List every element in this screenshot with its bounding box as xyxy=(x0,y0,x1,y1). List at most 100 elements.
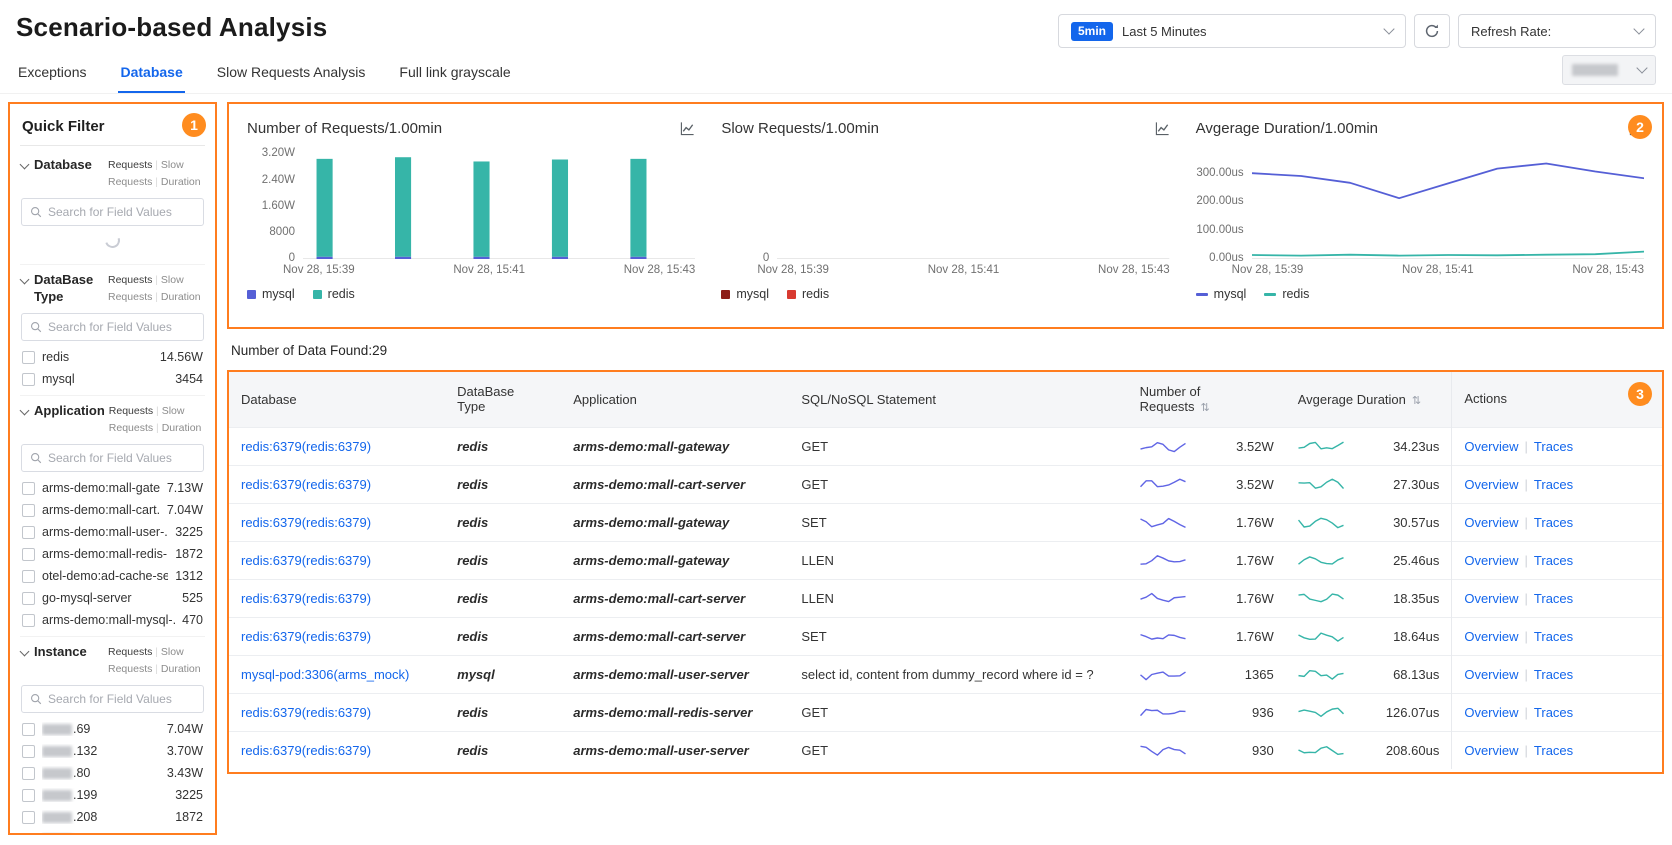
filter-checkbox-item[interactable]: .697.04W xyxy=(20,718,205,740)
database-link[interactable]: redis:6379(redis:6379) xyxy=(241,705,371,720)
checkbox[interactable] xyxy=(22,373,35,386)
field-value-search[interactable] xyxy=(21,198,204,226)
checkbox[interactable] xyxy=(22,351,35,364)
checkbox[interactable] xyxy=(22,482,35,495)
legend-item-redis[interactable]: redis xyxy=(1264,287,1309,301)
tab-slow-requests-analysis[interactable]: Slow Requests Analysis xyxy=(215,54,368,93)
checkbox[interactable] xyxy=(22,833,35,836)
filter-checkbox-item[interactable]: arms-demo:mall-user-...3225 xyxy=(20,521,205,543)
cell-application: arms-demo:mall-cart-server xyxy=(561,465,789,503)
tab-database[interactable]: Database xyxy=(118,54,184,93)
checkbox[interactable] xyxy=(22,504,35,517)
context-dropdown[interactable] xyxy=(1562,55,1656,85)
database-link[interactable]: redis:6379(redis:6379) xyxy=(241,629,371,644)
column-header-number-of-requests[interactable]: Number of Requests⇅ xyxy=(1128,372,1286,427)
traces-link[interactable]: Traces xyxy=(1534,591,1573,606)
time-range-picker[interactable]: 5min Last 5 Minutes xyxy=(1058,14,1406,48)
filter-checkbox-item[interactable]: .1111312 xyxy=(20,828,205,835)
overview-link[interactable]: Overview xyxy=(1464,667,1518,682)
checkbox[interactable] xyxy=(22,592,35,605)
metric-link-requests[interactable]: Requests xyxy=(108,274,152,286)
database-link[interactable]: redis:6379(redis:6379) xyxy=(241,591,371,606)
filter-checkbox-item[interactable]: arms-demo:mall-mysql-...470 xyxy=(20,609,205,631)
checkbox[interactable] xyxy=(22,526,35,539)
field-value-search-input[interactable] xyxy=(48,320,195,334)
legend-item-mysql[interactable]: mysql xyxy=(721,287,769,301)
traces-link[interactable]: Traces xyxy=(1534,667,1573,682)
metric-link-requests[interactable]: Requests xyxy=(108,646,152,658)
database-link[interactable]: redis:6379(redis:6379) xyxy=(241,515,371,530)
column-header-avgerage-duration[interactable]: Avgerage Duration⇅ xyxy=(1286,372,1452,427)
checkbox[interactable] xyxy=(22,789,35,802)
traces-link[interactable]: Traces xyxy=(1534,629,1573,644)
field-value-search-input[interactable] xyxy=(48,692,195,706)
traces-link[interactable]: Traces xyxy=(1534,743,1573,758)
database-link[interactable]: redis:6379(redis:6379) xyxy=(241,743,371,758)
metric-link-duration[interactable]: Duration xyxy=(162,422,202,434)
overview-link[interactable]: Overview xyxy=(1464,439,1518,454)
metric-link-duration[interactable]: Duration xyxy=(161,176,201,188)
field-value-search[interactable] xyxy=(21,313,204,341)
traces-link[interactable]: Traces xyxy=(1534,439,1573,454)
overview-link[interactable]: Overview xyxy=(1464,591,1518,606)
refresh-button[interactable] xyxy=(1414,14,1450,48)
overview-link[interactable]: Overview xyxy=(1464,553,1518,568)
overview-link[interactable]: Overview xyxy=(1464,743,1518,758)
metric-link-duration[interactable]: Duration xyxy=(161,663,201,675)
line-chart-toggle-icon[interactable] xyxy=(1155,121,1170,136)
sort-icon[interactable]: ⇅ xyxy=(1412,395,1421,407)
tab-full-link-grayscale[interactable]: Full link grayscale xyxy=(397,54,512,93)
metric-link-requests[interactable]: Requests xyxy=(108,159,152,171)
database-link[interactable]: redis:6379(redis:6379) xyxy=(241,553,371,568)
metric-link-duration[interactable]: Duration xyxy=(161,291,201,303)
filter-checkbox-item[interactable]: otel-demo:ad-cache-se...1312 xyxy=(20,565,205,587)
chevron-down-icon[interactable] xyxy=(20,275,30,285)
legend-item-mysql[interactable]: mysql xyxy=(1196,287,1247,301)
checkbox[interactable] xyxy=(22,548,35,561)
overview-link[interactable]: Overview xyxy=(1464,477,1518,492)
database-link[interactable]: mysql-pod:3306(arms_mock) xyxy=(241,667,409,682)
filter-checkbox-item[interactable]: mysql3454 xyxy=(20,368,205,390)
legend-item-redis[interactable]: redis xyxy=(313,287,355,301)
field-value-search[interactable] xyxy=(21,444,204,472)
metric-link-requests[interactable]: Requests xyxy=(109,405,153,417)
field-value-search[interactable] xyxy=(21,685,204,713)
filter-checkbox-item[interactable]: .1993225 xyxy=(20,784,205,806)
refresh-rate-select[interactable]: Refresh Rate: xyxy=(1458,14,1656,48)
overview-link[interactable]: Overview xyxy=(1464,515,1518,530)
checkbox[interactable] xyxy=(22,811,35,824)
chevron-down-icon[interactable] xyxy=(20,160,30,170)
filter-checkbox-item[interactable]: arms-demo:mall-gate...7.13W xyxy=(20,477,205,499)
checkbox[interactable] xyxy=(22,745,35,758)
checkbox[interactable] xyxy=(22,614,35,627)
field-value-search-input[interactable] xyxy=(48,205,195,219)
database-link[interactable]: redis:6379(redis:6379) xyxy=(241,477,371,492)
filter-checkbox-item[interactable]: arms-demo:mall-cart...7.04W xyxy=(20,499,205,521)
filter-checkbox-item[interactable]: .2081872 xyxy=(20,806,205,828)
database-link[interactable]: redis:6379(redis:6379) xyxy=(241,439,371,454)
filter-checkbox-item[interactable]: go-mysql-server525 xyxy=(20,587,205,609)
sort-icon[interactable]: ⇅ xyxy=(1201,402,1210,414)
line-chart-toggle-icon[interactable] xyxy=(680,121,695,136)
tab-exceptions[interactable]: Exceptions xyxy=(16,54,88,93)
filter-checkbox-item[interactable]: .803.43W xyxy=(20,762,205,784)
chevron-down-icon[interactable] xyxy=(20,647,30,657)
traces-link[interactable]: Traces xyxy=(1534,705,1573,720)
filter-checkbox-item[interactable]: arms-demo:mall-redis-...1872 xyxy=(20,543,205,565)
checkbox[interactable] xyxy=(22,570,35,583)
traces-link[interactable]: Traces xyxy=(1534,477,1573,492)
legend-item-mysql[interactable]: mysql xyxy=(247,287,295,301)
traces-link[interactable]: Traces xyxy=(1534,553,1573,568)
application-value: arms-demo:mall-redis-server xyxy=(573,705,752,720)
field-value-search-input[interactable] xyxy=(48,451,195,465)
checkbox[interactable] xyxy=(22,723,35,736)
overview-link[interactable]: Overview xyxy=(1464,629,1518,644)
overview-link[interactable]: Overview xyxy=(1464,705,1518,720)
chevron-down-icon[interactable] xyxy=(20,406,30,416)
checkbox[interactable] xyxy=(22,767,35,780)
filter-checkbox-item[interactable]: redis14.56W xyxy=(20,346,205,368)
traces-link[interactable]: Traces xyxy=(1534,515,1573,530)
legend-item-redis[interactable]: redis xyxy=(787,287,829,301)
link-separator: | xyxy=(1525,439,1528,454)
filter-checkbox-item[interactable]: .1323.70W xyxy=(20,740,205,762)
